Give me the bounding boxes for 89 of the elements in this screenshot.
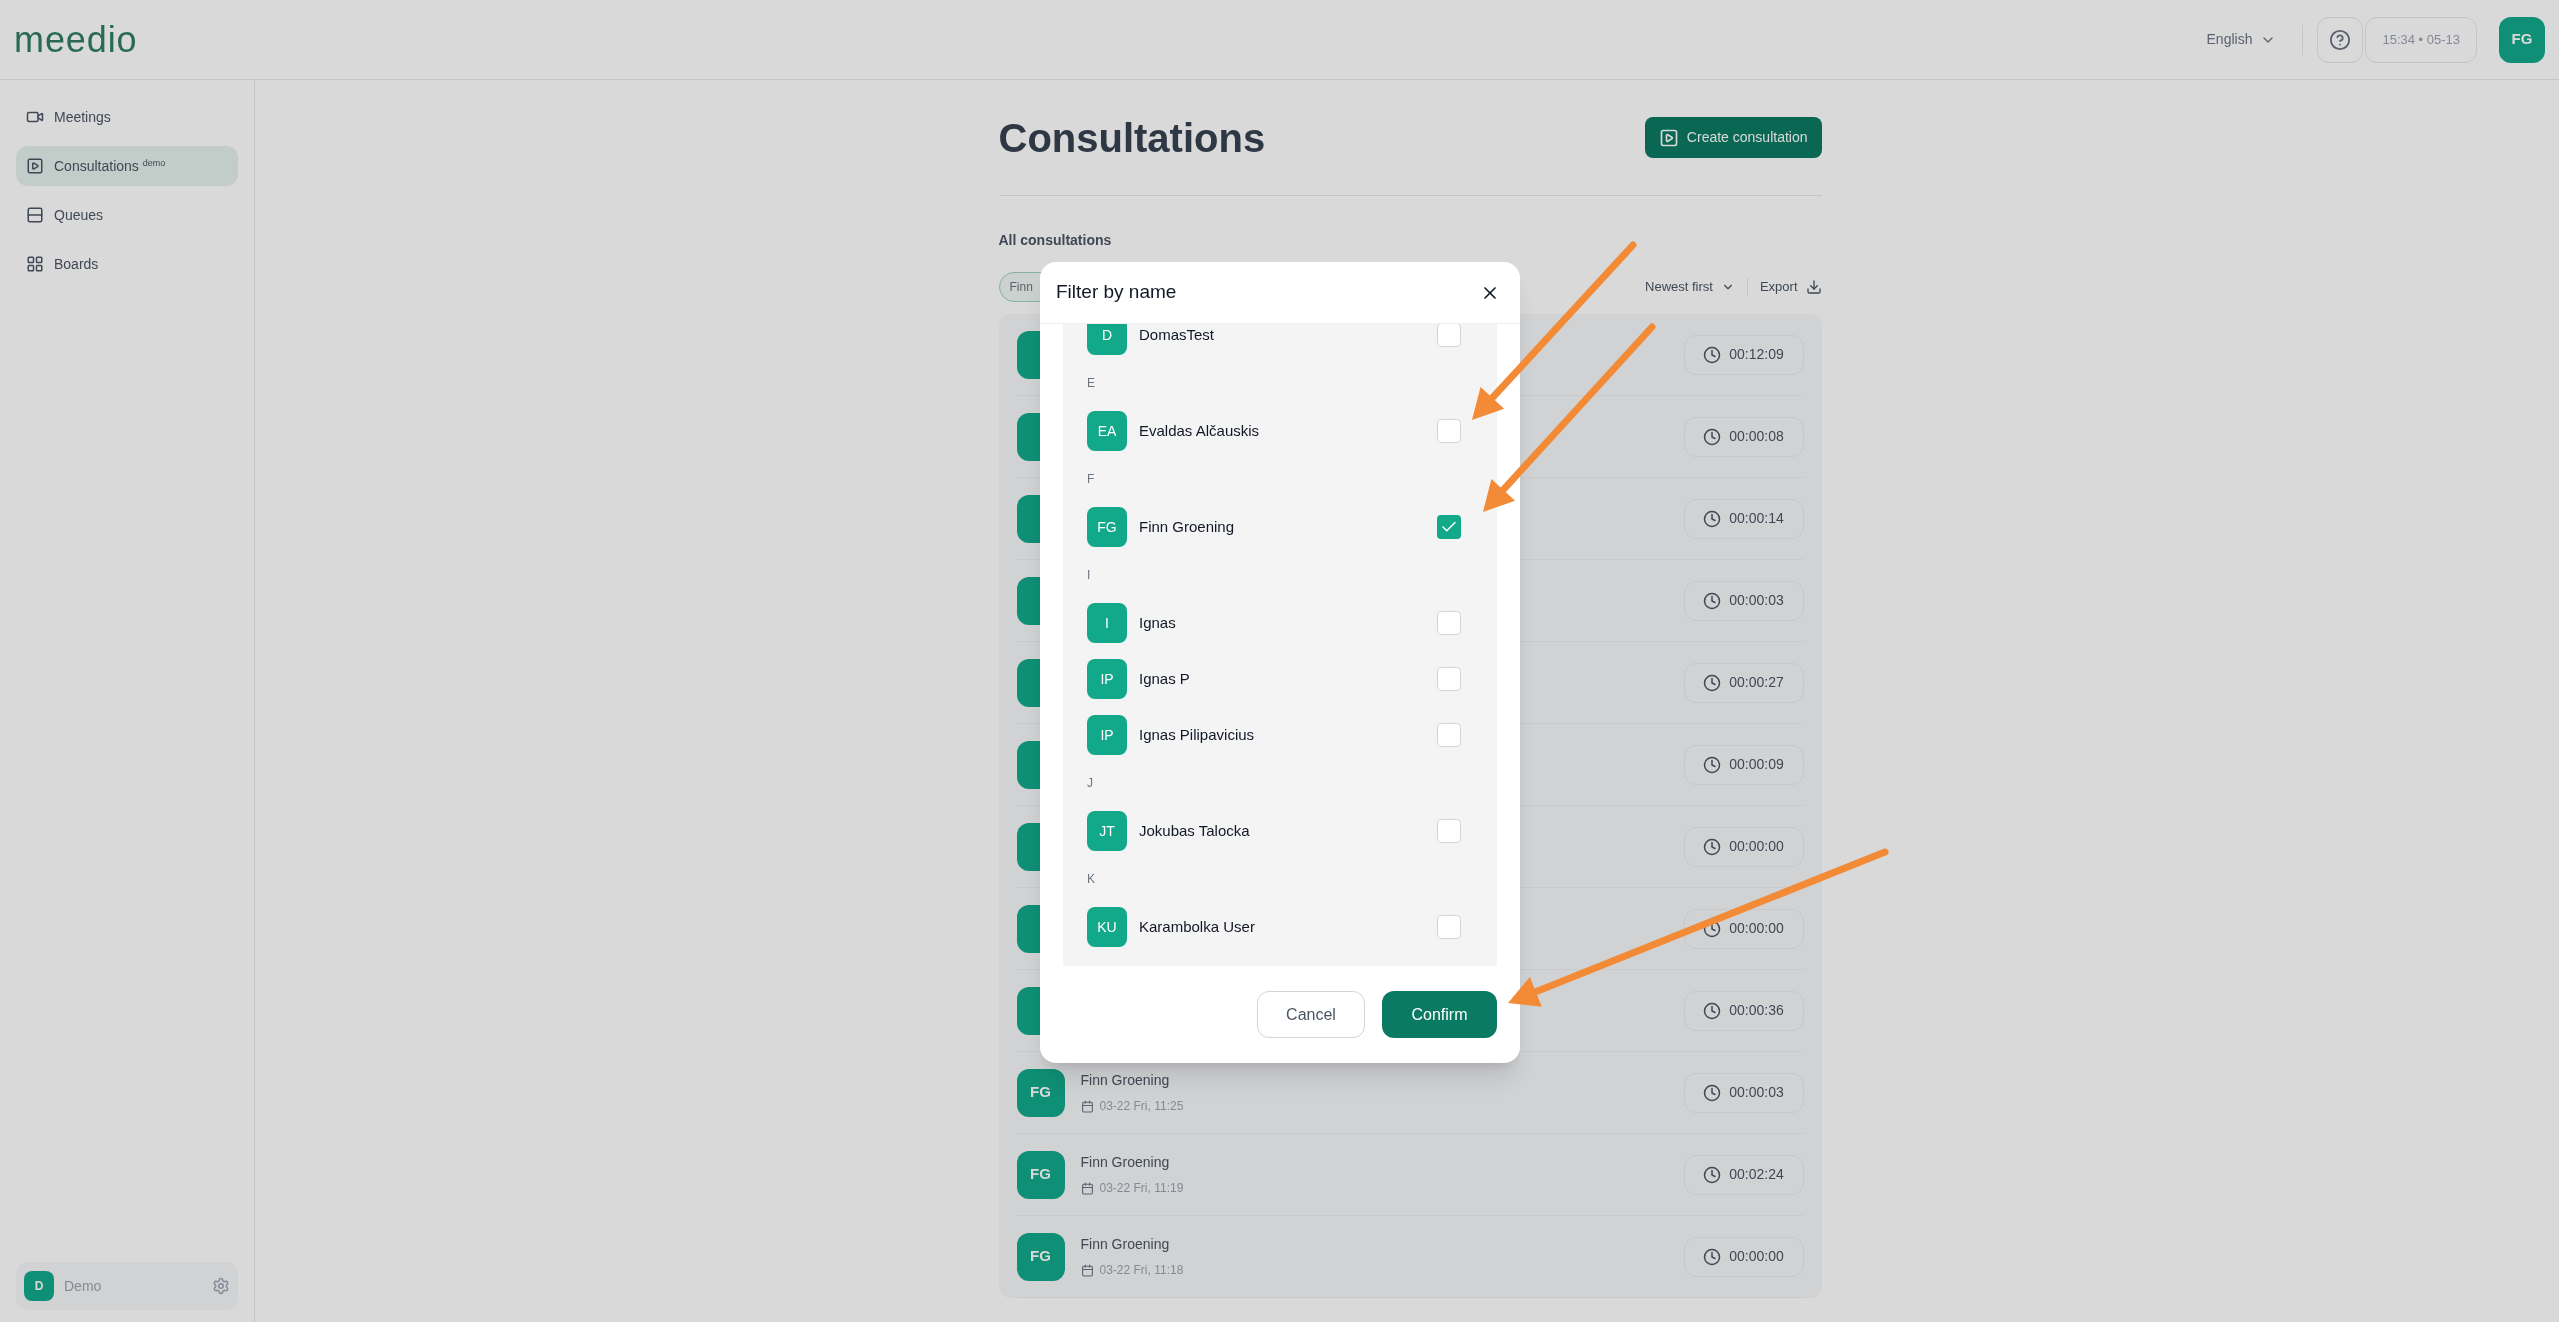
language-dropdown[interactable]: English <box>2194 29 2289 50</box>
clock-icon <box>1703 427 1722 446</box>
duration-pill: 00:00:03 <box>1683 580 1804 621</box>
name-option[interactable]: EA Evaldas Alčauskis <box>1087 403 1473 459</box>
account-name: Demo <box>64 1276 102 1296</box>
clock-icon <box>1703 345 1722 364</box>
consultation-name: Finn Groening <box>1080 1071 1171 1090</box>
section-title: All consultations <box>998 231 1113 250</box>
consultation-date: 03-22 Fri, 11:25 <box>1099 1098 1184 1115</box>
consultation-name: Finn Groening <box>1080 1153 1171 1172</box>
name-option[interactable]: IP Ignas P <box>1087 651 1473 707</box>
sidebar-item[interactable]: Boards <box>16 244 238 284</box>
confirm-button[interactable]: Confirm <box>1382 991 1497 1038</box>
calendar-icon <box>1080 1263 1094 1277</box>
clock-icon <box>1703 1247 1722 1266</box>
consultation-avatar: FG <box>1016 1068 1065 1117</box>
calendar-icon <box>1080 1099 1094 1113</box>
section-letter: F <box>1087 471 1095 488</box>
member-avatar: JT <box>1087 811 1127 851</box>
page-title: Consultations <box>998 114 1266 162</box>
section-letter: I <box>1087 567 1091 584</box>
clock-icon <box>1703 837 1722 856</box>
calendar-icon <box>1080 1181 1094 1195</box>
checkbox[interactable] <box>1437 611 1461 635</box>
consultation-date: 03-22 Fri, 11:18 <box>1099 1262 1184 1279</box>
video-icon <box>1658 127 1679 148</box>
clock-icon <box>1703 673 1722 692</box>
clock-icon <box>1703 1083 1722 1102</box>
member-avatar: I <box>1087 603 1127 643</box>
sidebar-item[interactable]: Meetings <box>16 97 238 137</box>
account-avatar: D <box>24 1271 54 1301</box>
checkbox[interactable] <box>1437 324 1461 347</box>
member-avatar: IP <box>1087 659 1127 699</box>
sidebar-item[interactable]: Queues <box>16 195 238 235</box>
create-consultation-button[interactable]: Create consultation <box>1644 117 1822 158</box>
name-option[interactable]: KU Karambolka User <box>1087 899 1473 955</box>
consultation-avatar: FG <box>1016 1150 1065 1199</box>
member-avatar: D <box>1087 324 1127 355</box>
name-option[interactable]: FG Finn Groening <box>1087 499 1473 555</box>
clock-pill: 15:34 • 05-13 <box>2365 16 2477 63</box>
help-button[interactable] <box>2317 16 2364 63</box>
member-avatar: EA <box>1087 411 1127 451</box>
consultation-date: 03-22 Fri, 11:19 <box>1099 1180 1184 1197</box>
duration-pill: 00:00:08 <box>1683 416 1804 457</box>
checkbox[interactable] <box>1437 915 1461 939</box>
duration-pill: 00:00:00 <box>1683 1236 1804 1277</box>
help-icon <box>2329 28 2352 51</box>
duration-pill: 00:00:14 <box>1683 498 1804 539</box>
duration-pill: 00:00:09 <box>1683 744 1804 785</box>
cancel-button[interactable]: Cancel <box>1257 991 1365 1038</box>
name-option[interactable]: JT Jokubas Talocka <box>1087 803 1473 859</box>
checkbox[interactable] <box>1437 667 1461 691</box>
duration-pill: 00:00:00 <box>1683 826 1804 867</box>
clock-icon <box>1703 1001 1722 1020</box>
logo: meedio <box>14 17 138 62</box>
name-option[interactable]: I Ignas <box>1087 595 1473 651</box>
checkbox[interactable] <box>1437 515 1461 539</box>
checkbox[interactable] <box>1437 819 1461 843</box>
checkbox[interactable] <box>1437 723 1461 747</box>
consultation-avatar: FG <box>1016 1232 1065 1281</box>
section-letter: E <box>1087 375 1095 392</box>
video-icon <box>26 157 44 175</box>
consultation-name: Finn Groening <box>1080 1235 1171 1254</box>
clock-icon <box>1703 509 1722 528</box>
duration-pill: 00:00:03 <box>1683 1072 1804 1113</box>
clock-icon <box>1703 591 1722 610</box>
section-letter: J <box>1087 775 1093 792</box>
member-avatar: KU <box>1087 907 1127 947</box>
member-avatar: IP <box>1087 715 1127 755</box>
duration-pill: 00:00:36 <box>1683 990 1804 1031</box>
duration-pill: 00:00:27 <box>1683 662 1804 703</box>
duration-pill: 00:02:24 <box>1683 1154 1804 1195</box>
clock-icon <box>1703 1165 1722 1184</box>
rows-icon <box>26 206 44 224</box>
duration-pill: 00:00:00 <box>1683 908 1804 949</box>
grid-icon <box>26 255 44 273</box>
settings-icon[interactable] <box>212 1277 230 1295</box>
download-icon <box>1805 279 1822 295</box>
sidebar-item[interactable]: Consultations $^{demo}$ <box>16 146 238 186</box>
export-button[interactable]: Export <box>1759 277 1822 297</box>
clock-icon <box>1703 755 1722 774</box>
name-option[interactable]: D DomasTest <box>1087 324 1473 363</box>
duration-pill: 00:12:09 <box>1683 334 1804 375</box>
dialog-title: Filter by name <box>1056 280 1177 305</box>
checkbox[interactable] <box>1437 419 1461 443</box>
name-option[interactable]: IP Ignas Pilipavicius <box>1087 707 1473 763</box>
member-avatar: FG <box>1087 507 1127 547</box>
sort-dropdown[interactable]: Newest first <box>1645 277 1735 297</box>
section-letter: K <box>1087 871 1095 888</box>
